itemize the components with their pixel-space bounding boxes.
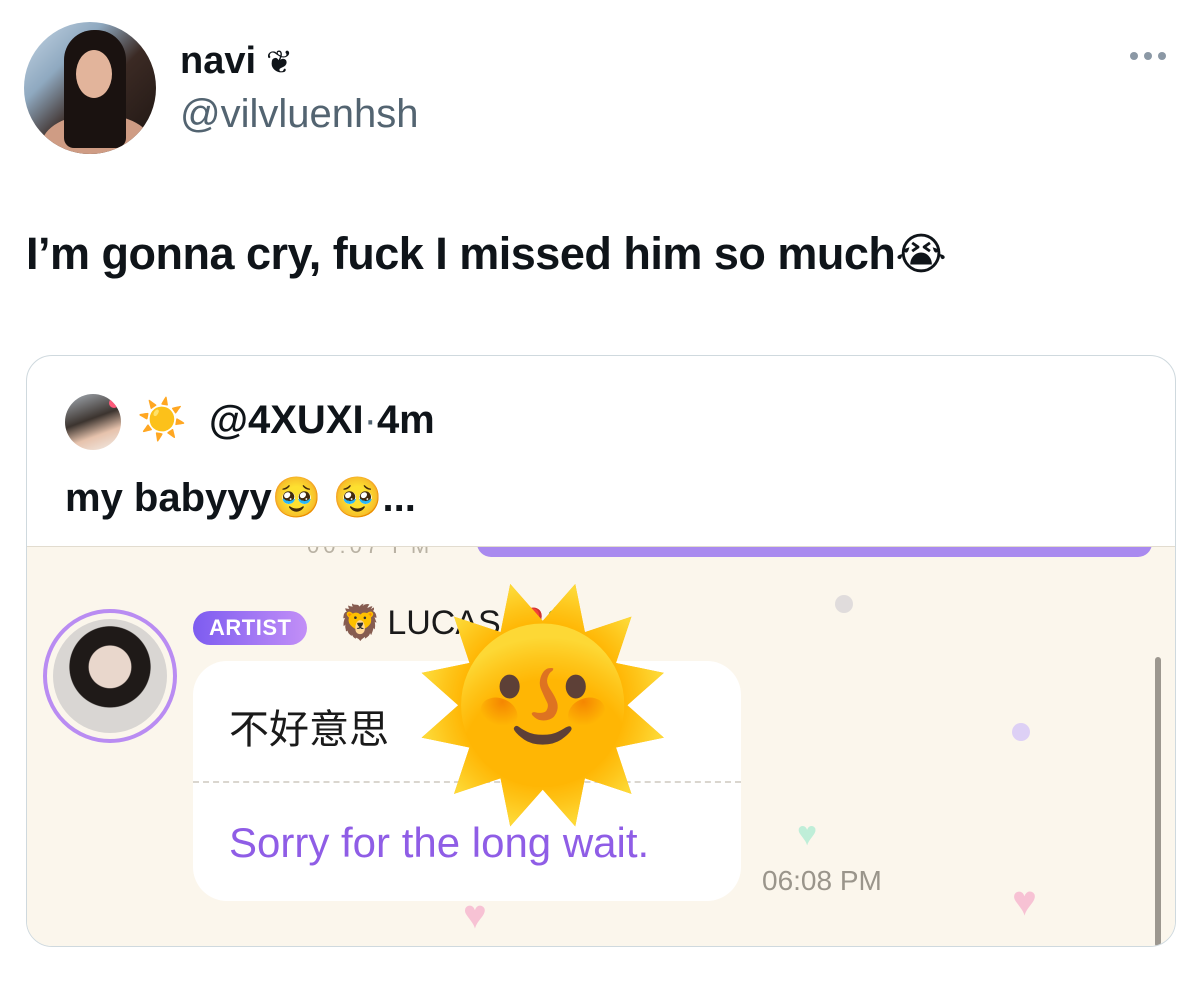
quoted-author-handle[interactable]: @4XUXI·4m <box>209 398 435 443</box>
lion-icon: 🦁 <box>339 604 382 642</box>
heart-icon: ♥ <box>1012 877 1037 924</box>
artist-avatar <box>43 609 177 743</box>
avatar-face <box>76 50 112 98</box>
quoted-ellipsis: ... <box>382 476 416 520</box>
quoted-handle-text: @4XUXI <box>209 398 364 442</box>
quoted-tweet-card[interactable]: ☀️ @4XUXI·4m my babyyy🥹 🥹... 00:07 PM ♥ … <box>26 355 1176 947</box>
chat-scrollbar <box>1155 657 1161 946</box>
message-original: 不好意思 <box>229 707 389 753</box>
quoted-body: my babyyy <box>65 476 272 520</box>
heart-icon: ♥ <box>797 815 818 853</box>
author-name-text: navi <box>180 40 257 82</box>
crying-face-icon: 😭 <box>895 230 947 279</box>
quoted-author-avatar[interactable] <box>65 394 121 450</box>
cropped-timestamp: 00:07 PM <box>307 547 433 559</box>
decor-dot <box>835 595 853 613</box>
meta-separator: · <box>363 398 377 442</box>
author-display-name[interactable]: navi ❦ <box>180 40 293 83</box>
quoted-tweet-text: my babyyy🥹 🥹... <box>65 474 416 521</box>
decor-dot <box>1012 723 1030 741</box>
chat-screenshot-image[interactable]: 00:07 PM ♥ ♥ ♥ ARTIST 🦁 LUCAS ❤️🍀 不好意思 S… <box>27 546 1175 946</box>
ribbon-icon: ❦ <box>266 43 293 80</box>
message-translation: Sorry for the long wait. <box>229 819 650 866</box>
artist-badge: ARTIST <box>193 611 308 645</box>
sun-face-sticker-icon: 🌞 <box>412 587 674 822</box>
pleading-face-icon: 🥹 🥹 <box>271 476 383 520</box>
quoted-timestamp: 4m <box>376 398 435 442</box>
tweet-text: I’m gonna cry, fuck I missed him so much… <box>26 228 947 280</box>
avatar-badge-dot <box>109 398 119 408</box>
more-options-icon[interactable] <box>1130 52 1166 60</box>
tweet-body: I’m gonna cry, fuck I missed him so much <box>26 228 896 279</box>
author-handle[interactable]: @vilvluenhsh <box>180 92 419 137</box>
message-timestamp: 06:08 PM <box>762 865 882 896</box>
sun-icon: ☀️ <box>137 398 187 442</box>
author-avatar[interactable] <box>24 22 156 154</box>
previous-message-bubble <box>477 547 1152 557</box>
